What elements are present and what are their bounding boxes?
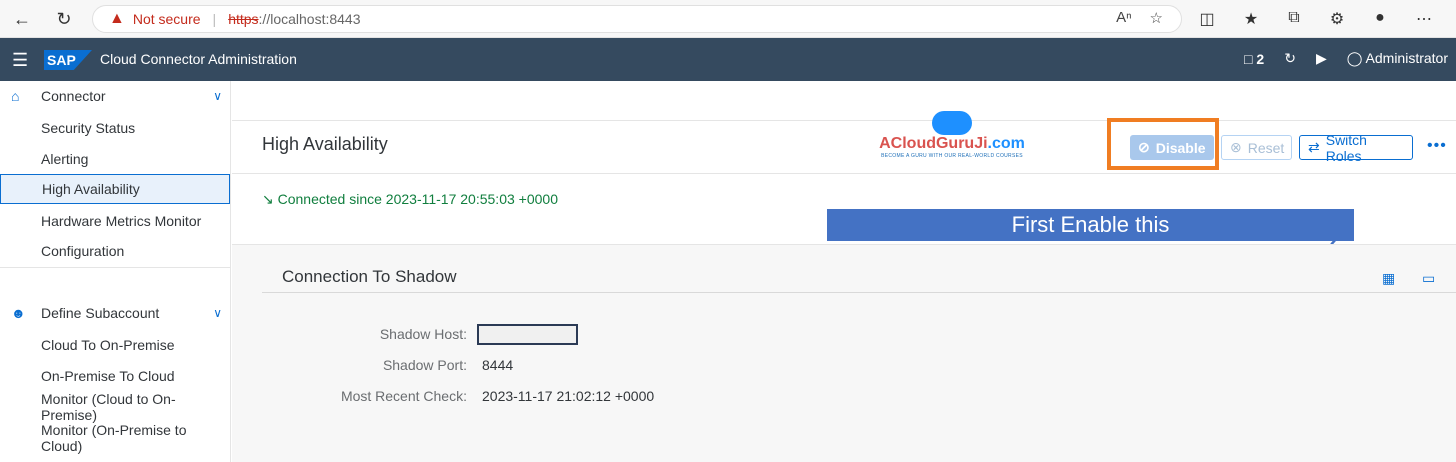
watermark-logo: ACloudGuruJi.com BECOME A GURU WITH OUR …	[877, 111, 1027, 163]
refresh-icon[interactable]: ↻	[52, 8, 76, 30]
sidebar-divider	[0, 267, 230, 268]
sidebar-item-monitor-on-premise-to-cloud[interactable]: Monitor (On-Premise to Cloud)	[0, 422, 230, 454]
connection-status: ↘ Connected since 2023-11-17 20:55:03 +0…	[262, 191, 558, 208]
shadow-port-label: Shadow Port:	[382, 357, 467, 373]
url-host: ://localhost:8443	[258, 11, 361, 27]
sidebar-item-label: Monitor (On-Premise to Cloud)	[41, 422, 187, 454]
chevron-down-icon[interactable]: ∨	[213, 306, 222, 320]
restart-icon[interactable]: ▶	[1316, 50, 1327, 67]
extensions-icon[interactable]: ⚙	[1326, 9, 1348, 29]
notification-icon: □	[1243, 50, 1253, 67]
main-top-strip	[232, 81, 1456, 121]
favorites-icon[interactable]: ★	[1240, 9, 1262, 29]
sidebar-item-label: Alerting	[41, 151, 89, 167]
sidebar-item-label: Monitor (Cloud to On-Premise)	[41, 391, 176, 423]
switch-roles-button[interactable]: ⇄ Switch Roles	[1299, 132, 1413, 164]
profile-avatar-icon[interactable]: ●	[1369, 9, 1391, 27]
sidebar-group-label: Define Subaccount	[41, 305, 160, 321]
split-screen-icon[interactable]: ◫	[1196, 9, 1218, 29]
shadow-host-label: Shadow Host:	[379, 326, 467, 342]
shadow-host-value	[477, 324, 578, 345]
collections-icon[interactable]: ⧉	[1283, 9, 1305, 27]
sidebar-item-hardware-metrics[interactable]: Hardware Metrics Monitor	[0, 206, 230, 236]
header-divider	[232, 173, 1456, 174]
shadow-section: Connection To Shadow ▦ ▭ Shadow Host: Sh…	[232, 244, 1456, 462]
chevron-down-icon[interactable]: ∨	[213, 89, 222, 103]
user-name: Administrator	[1365, 50, 1448, 66]
user-icon: ◯	[1346, 50, 1363, 66]
menu-icon[interactable]: ☰	[12, 50, 28, 71]
sidebar-item-label: Security Status	[41, 120, 136, 136]
main-content: High Availability ACloudGuruJi.com BECOM…	[232, 81, 1456, 462]
app-title: Cloud Connector Administration	[100, 51, 297, 67]
reset-button[interactable]: ⊗ Reset	[1221, 135, 1292, 160]
watermark-tagline: BECOME A GURU WITH OUR REAL-WORLD COURSE…	[881, 153, 1023, 159]
sidebar-item-security-status[interactable]: Security Status	[0, 113, 230, 143]
sidebar-group-connector[interactable]: ⌂ Connector ∨	[0, 81, 230, 111]
notification-count: 2	[1256, 50, 1265, 67]
page-title: High Availability	[262, 134, 388, 154]
disable-button[interactable]: ⊘ Disable	[1130, 135, 1214, 160]
user-menu[interactable]: ◯ Administrator	[1347, 50, 1448, 67]
disable-icon: ⊘	[1138, 139, 1150, 155]
sidebar-item-configuration[interactable]: Configuration	[0, 236, 230, 266]
reset-label: Reset	[1247, 139, 1285, 156]
sidebar-item-label: Cloud To On-Premise	[41, 337, 175, 353]
subaccount-icon: ☻	[11, 305, 26, 321]
disable-label: Disable	[1155, 139, 1206, 156]
shadow-port-value: 8444	[482, 357, 514, 373]
status-text: Connected since 2023-11-17 20:55:03 +000…	[277, 191, 558, 207]
address-bar[interactable]: ▲ Not secure | https ://localhost:8443 A…	[92, 5, 1182, 33]
home-icon: ⌂	[11, 88, 20, 104]
more-options-icon[interactable]: •••	[1427, 137, 1447, 155]
connected-icon: ↘	[262, 191, 274, 207]
switch-icon: ⇄	[1308, 139, 1320, 155]
reset-icon: ⊗	[1230, 139, 1242, 155]
more-menu-icon[interactable]: ⋯	[1413, 9, 1435, 29]
back-icon[interactable]: ←	[10, 8, 34, 30]
sidebar-item-monitor-cloud-to-on-premise[interactable]: Monitor (Cloud to On-Premise)	[0, 391, 230, 423]
address-separator: |	[212, 11, 217, 27]
inspect-icon[interactable]: ▦	[1382, 270, 1395, 287]
sidebar-item-label: Hardware Metrics Monitor	[41, 213, 202, 229]
callout-banner: First Enable this	[827, 209, 1354, 241]
favorite-star-icon[interactable]: ☆	[1150, 9, 1163, 27]
sidebar-item-label: Configuration	[41, 243, 125, 259]
sidebar-item-label: On-Premise To Cloud	[41, 368, 175, 384]
detach-icon[interactable]: ▭	[1422, 270, 1435, 287]
watermark-text: ACloudGuruJi.com	[879, 135, 1025, 152]
sap-logo: SAP	[44, 50, 92, 70]
sidebar-item-on-premise-to-cloud[interactable]: On-Premise To Cloud	[0, 361, 230, 391]
section-divider	[262, 292, 1456, 293]
sidebar-group-label: Connector	[41, 88, 106, 104]
shell-bar: ☰ SAP Cloud Connector Administration □ 2 …	[0, 38, 1456, 81]
url-scheme: https	[228, 11, 259, 27]
refresh-shell-icon[interactable]: ↻	[1284, 50, 1296, 67]
sidebar: ⌂ Connector ∨ Security Status Alerting H…	[0, 81, 231, 462]
switch-roles-label: Switch Roles	[1325, 131, 1367, 164]
notifications-button[interactable]: □ 2	[1244, 51, 1264, 67]
cloud-logo-icon	[932, 111, 972, 135]
sidebar-item-high-availability[interactable]: High Availability	[0, 174, 230, 204]
recent-check-label: Most Recent Check:	[340, 388, 467, 404]
read-aloud-icon[interactable]: Aⁿ	[1116, 9, 1131, 27]
sidebar-item-cloud-to-on-premise[interactable]: Cloud To On-Premise	[0, 330, 230, 360]
recent-check-value: 2023-11-17 21:02:12 +0000	[482, 388, 655, 404]
warning-icon: ▲	[109, 10, 125, 27]
sidebar-group-define-subaccount[interactable]: ☻ Define Subaccount ∨	[0, 298, 230, 328]
not-secure-label[interactable]: Not secure	[133, 11, 201, 27]
section-title: Connection To Shadow	[282, 267, 457, 286]
browser-toolbar: ← ↻ ▲ Not secure | https ://localhost:84…	[0, 0, 1456, 38]
sidebar-item-label: High Availability	[42, 181, 140, 197]
sidebar-item-alerting[interactable]: Alerting	[0, 144, 230, 174]
